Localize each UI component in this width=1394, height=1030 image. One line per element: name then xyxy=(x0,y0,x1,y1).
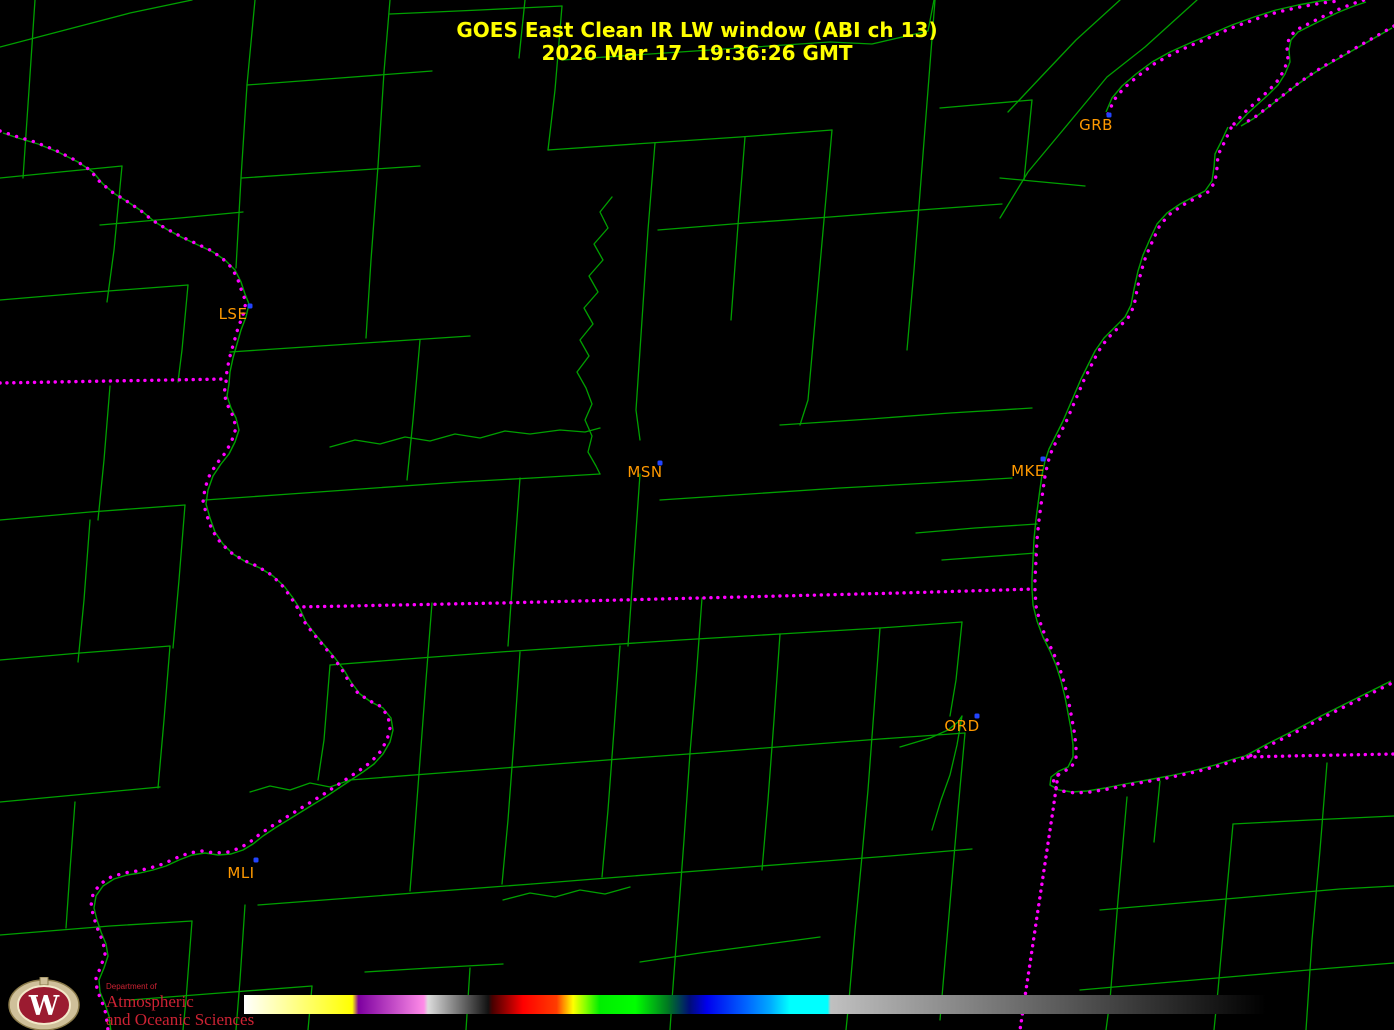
station-label-MLI: MLI xyxy=(227,864,255,882)
station-label-ORD: ORD xyxy=(944,717,980,735)
map-canvas xyxy=(0,0,1394,1030)
svg-text:W: W xyxy=(28,991,60,1022)
image-title: GOES East Clean IR LW window (ABI ch 13)… xyxy=(0,19,1394,65)
station-label-MKE: MKE xyxy=(1011,462,1045,480)
iowa-minnesota-border xyxy=(0,377,228,385)
aos-logo-text: Department of Atmospheric and Oceanic Sc… xyxy=(106,982,255,1029)
station-label-LSE: LSE xyxy=(218,305,248,323)
station-label-GRB: GRB xyxy=(1079,116,1113,134)
station-label-MSN: MSN xyxy=(627,463,663,481)
aos-logo: W Department of Atmospheric and Oceanic … xyxy=(6,977,254,1030)
logo-department-label: Department of xyxy=(106,982,157,991)
lake-michigan-shoreline xyxy=(1033,126,1394,795)
station-dot-MLI xyxy=(253,857,259,863)
logo-line1: Atmospheric xyxy=(106,992,194,1011)
uw-crest-icon: W xyxy=(8,977,80,1030)
illinois-indiana-border xyxy=(1018,773,1060,1030)
satellite-map-screen: GOES East Clean IR LW window (ABI ch 13)… xyxy=(0,0,1394,1030)
title-line2: 2026 Mar 17 19:36:26 GMT xyxy=(541,41,853,65)
logo-line2: and Oceanic Sciences xyxy=(106,1010,255,1029)
wisconsin-illinois-border xyxy=(295,587,1037,609)
title-line1: GOES East Clean IR LW window (ABI ch 13) xyxy=(456,18,938,42)
station-dot-MKE xyxy=(1040,456,1046,462)
station-dot-LSE xyxy=(247,303,253,309)
michigan-indiana-border xyxy=(1246,752,1394,759)
ir-colorbar xyxy=(244,995,1266,1014)
river-boundaries xyxy=(249,196,963,963)
mississippi-river-border xyxy=(0,129,392,1030)
shoreline-green xyxy=(2,0,1393,1030)
